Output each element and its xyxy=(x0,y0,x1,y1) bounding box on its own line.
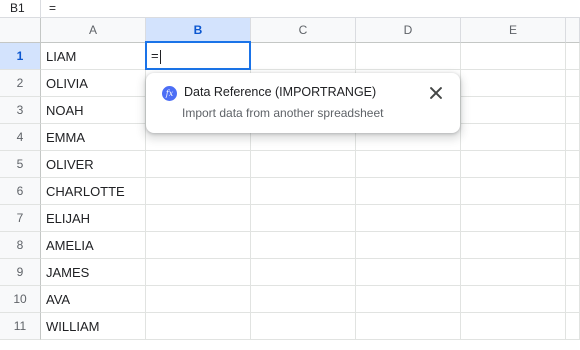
cell-partial1 xyxy=(566,43,580,70)
row-header-9[interactable]: 9 xyxy=(0,259,41,286)
select-all-corner[interactable] xyxy=(0,18,41,43)
column-header-d[interactable]: D xyxy=(356,18,461,43)
cell-a4[interactable]: EMMA xyxy=(41,124,146,151)
cell-e3[interactable] xyxy=(461,97,566,124)
cell-e10[interactable] xyxy=(461,286,566,313)
cell-e4[interactable] xyxy=(461,124,566,151)
row-header-4[interactable]: 4 xyxy=(0,124,41,151)
name-box[interactable]: B1 xyxy=(0,0,40,17)
active-cell-editor[interactable]: = xyxy=(145,41,251,70)
cell-partial6 xyxy=(566,178,580,205)
cell-c6[interactable] xyxy=(251,178,356,205)
cell-d8[interactable] xyxy=(356,232,461,259)
cell-b7[interactable] xyxy=(146,205,251,232)
cell-b9[interactable] xyxy=(146,259,251,286)
cell-d9[interactable] xyxy=(356,259,461,286)
fx-icon: fx xyxy=(162,86,177,101)
column-header-a[interactable]: A xyxy=(41,18,146,43)
cell-a7[interactable]: ELIJAH xyxy=(41,205,146,232)
row-header-5[interactable]: 5 xyxy=(0,151,41,178)
cell-e8[interactable] xyxy=(461,232,566,259)
cell-partial2 xyxy=(566,70,580,97)
cell-a10[interactable]: AVA xyxy=(41,286,146,313)
formula-input[interactable]: = xyxy=(41,0,580,17)
cell-d11[interactable] xyxy=(356,313,461,340)
cell-partial9 xyxy=(566,259,580,286)
cell-e1[interactable] xyxy=(461,43,566,70)
cell-b5[interactable] xyxy=(146,151,251,178)
column-header-partial xyxy=(566,18,580,43)
cell-e2[interactable] xyxy=(461,70,566,97)
suggestion-subtitle: Import data from another spreadsheet xyxy=(182,106,384,120)
cell-partial10 xyxy=(566,286,580,313)
cell-a11[interactable]: WILLIAM xyxy=(41,313,146,340)
cell-c8[interactable] xyxy=(251,232,356,259)
cell-a8[interactable]: AMELIA xyxy=(41,232,146,259)
text-caret xyxy=(159,49,161,64)
cell-e6[interactable] xyxy=(461,178,566,205)
row-header-3[interactable]: 3 xyxy=(0,97,41,124)
cell-c10[interactable] xyxy=(251,286,356,313)
cell-e5[interactable] xyxy=(461,151,566,178)
cell-c7[interactable] xyxy=(251,205,356,232)
formula-bar: B1 = xyxy=(0,0,580,18)
cell-e7[interactable] xyxy=(461,205,566,232)
row-header-2[interactable]: 2 xyxy=(0,70,41,97)
row-header-6[interactable]: 6 xyxy=(0,178,41,205)
cell-c5[interactable] xyxy=(251,151,356,178)
cell-e11[interactable] xyxy=(461,313,566,340)
cell-partial3 xyxy=(566,97,580,124)
cell-c9[interactable] xyxy=(251,259,356,286)
cell-b11[interactable] xyxy=(146,313,251,340)
cell-c11[interactable] xyxy=(251,313,356,340)
cell-d6[interactable] xyxy=(356,178,461,205)
cell-d1[interactable] xyxy=(356,43,461,70)
row-header-7[interactable]: 7 xyxy=(0,205,41,232)
cell-b6[interactable] xyxy=(146,178,251,205)
cell-a5[interactable]: OLIVER xyxy=(41,151,146,178)
row-header-11[interactable]: 11 xyxy=(0,313,41,340)
column-header-b[interactable]: B xyxy=(146,18,251,43)
cell-a2[interactable]: OLIVIA xyxy=(41,70,146,97)
cell-partial11 xyxy=(566,313,580,340)
cell-partial4 xyxy=(566,124,580,151)
cell-b8[interactable] xyxy=(146,232,251,259)
function-suggestion-popup[interactable]: fx Data Reference (IMPORTRANGE) Import d… xyxy=(146,73,460,133)
row-header-8[interactable]: 8 xyxy=(0,232,41,259)
cell-d7[interactable] xyxy=(356,205,461,232)
cell-partial7 xyxy=(566,205,580,232)
cell-e9[interactable] xyxy=(461,259,566,286)
cell-d10[interactable] xyxy=(356,286,461,313)
cell-partial8 xyxy=(566,232,580,259)
column-header-e[interactable]: E xyxy=(461,18,566,43)
cell-a6[interactable]: CHARLOTTE xyxy=(41,178,146,205)
column-header-c[interactable]: C xyxy=(251,18,356,43)
cell-a1[interactable]: LIAM xyxy=(41,43,146,70)
cell-d5[interactable] xyxy=(356,151,461,178)
suggestion-title[interactable]: Data Reference (IMPORTRANGE) xyxy=(184,85,376,99)
active-cell-value: = xyxy=(151,48,159,63)
cell-b10[interactable] xyxy=(146,286,251,313)
cell-c1[interactable] xyxy=(251,43,356,70)
row-header-10[interactable]: 10 xyxy=(0,286,41,313)
close-icon[interactable] xyxy=(426,83,446,103)
row-header-1[interactable]: 1 xyxy=(0,43,41,70)
cell-a9[interactable]: JAMES xyxy=(41,259,146,286)
cell-partial5 xyxy=(566,151,580,178)
cell-a3[interactable]: NOAH xyxy=(41,97,146,124)
